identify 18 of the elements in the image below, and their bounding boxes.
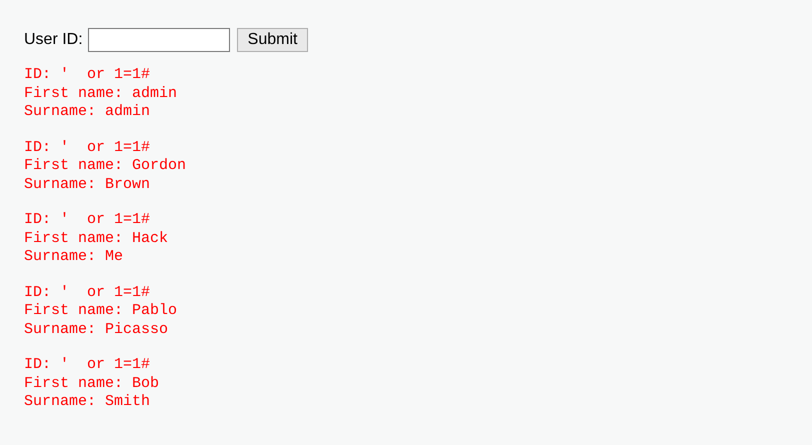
result-line: First name: Hack bbox=[24, 230, 168, 248]
result-line: Surname: Brown bbox=[24, 176, 150, 194]
result-line: ID: ' or 1=1# bbox=[24, 356, 150, 374]
result-line: First name: Bob bbox=[24, 374, 160, 393]
result-line: Surname: Me bbox=[24, 248, 124, 266]
result-line: ID: ' or 1=1# bbox=[24, 138, 150, 157]
result-line: ID: ' or 1=1# bbox=[24, 211, 150, 230]
result-line: First name: Pablo bbox=[24, 302, 178, 320]
result-line: Surname: Picasso bbox=[24, 320, 168, 339]
result-line: First name: Gordon bbox=[24, 157, 186, 176]
result-line: ID: ' or 1=1# bbox=[24, 66, 150, 84]
user-id-field[interactable] bbox=[88, 28, 230, 52]
result-line: Surname: Smith bbox=[24, 393, 150, 412]
result-line: First name: admin bbox=[24, 84, 178, 103]
result-line: ID: ' or 1=1# bbox=[24, 284, 150, 302]
result-line: Surname: admin bbox=[24, 103, 150, 122]
submit-button[interactable]: Submit bbox=[236, 28, 308, 52]
user-id-label: User ID: bbox=[24, 31, 83, 49]
